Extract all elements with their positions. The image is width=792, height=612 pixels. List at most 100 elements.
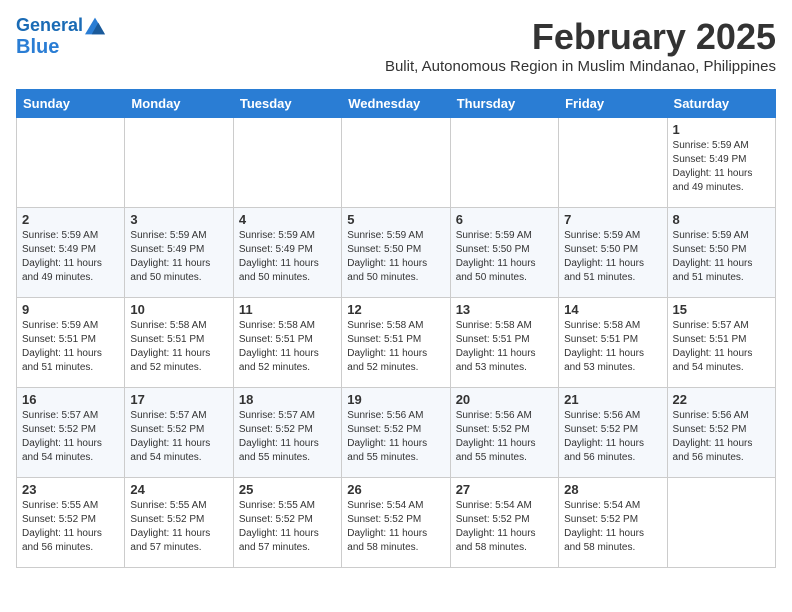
table-row: 4 Sunrise: 5:59 AM Sunset: 5:49 PM Daylig… xyxy=(233,208,341,298)
table-row: 17 Sunrise: 5:57 AM Sunset: 5:52 PM Dayli… xyxy=(125,388,233,478)
day-info: Sunrise: 5:58 AM Sunset: 5:51 PM Dayligh… xyxy=(564,319,661,375)
day-number: 4 xyxy=(239,212,336,227)
day-number: 14 xyxy=(564,302,661,317)
table-row: 15 Sunrise: 5:57 AM Sunset: 5:51 PM Dayli… xyxy=(667,298,775,388)
table-row: 8Sunrise: 5:59 AM Sunset: 5:50 PM Daylig… xyxy=(667,208,775,298)
day-info: Sunrise: 5:58 AM Sunset: 5:51 PM Dayligh… xyxy=(130,319,227,375)
table-row: 25 Sunrise: 5:55 AM Sunset: 5:52 PM Dayli… xyxy=(233,478,341,568)
day-info: Sunrise: 5:59 AM Sunset: 5:50 PM Dayligh… xyxy=(564,229,661,285)
header-thursday: Thursday xyxy=(450,90,558,118)
table-row xyxy=(667,478,775,568)
table-row: 11 Sunrise: 5:58 AM Sunset: 5:51 PM Dayli… xyxy=(233,298,341,388)
day-number: 9 xyxy=(22,302,119,317)
table-row: 9 Sunrise: 5:59 AM Sunset: 5:51 PM Daylig… xyxy=(17,298,125,388)
day-info: Sunrise: 5:55 AM Sunset: 5:52 PM Dayligh… xyxy=(130,499,227,555)
day-info: Sunrise: 5:58 AM Sunset: 5:51 PM Dayligh… xyxy=(347,319,444,375)
day-info: Sunrise: 5:58 AM Sunset: 5:51 PM Dayligh… xyxy=(239,319,336,375)
day-info: Sunrise: 5:59 AM Sunset: 5:49 PM Dayligh… xyxy=(673,139,770,195)
table-row: 20 Sunrise: 5:56 AM Sunset: 5:52 PM Dayli… xyxy=(450,388,558,478)
day-number: 5 xyxy=(347,212,444,227)
day-info: Sunrise: 5:59 AM Sunset: 5:51 PM Dayligh… xyxy=(22,319,119,375)
table-row: 18 Sunrise: 5:57 AM Sunset: 5:52 PM Dayli… xyxy=(233,388,341,478)
table-row: 1 Sunrise: 5:59 AM Sunset: 5:49 PM Daylig… xyxy=(667,118,775,208)
day-info: Sunrise: 5:55 AM Sunset: 5:52 PM Dayligh… xyxy=(239,499,336,555)
table-row: 14 Sunrise: 5:58 AM Sunset: 5:51 PM Dayli… xyxy=(559,298,667,388)
table-row xyxy=(559,118,667,208)
header-wednesday: Wednesday xyxy=(342,90,450,118)
header-monday: Monday xyxy=(125,90,233,118)
day-info: Sunrise: 5:57 AM Sunset: 5:51 PM Dayligh… xyxy=(673,319,770,375)
header-friday: Friday xyxy=(559,90,667,118)
day-number: 24 xyxy=(130,482,227,497)
table-row: 24 Sunrise: 5:55 AM Sunset: 5:52 PM Dayli… xyxy=(125,478,233,568)
day-number: 2 xyxy=(22,212,119,227)
header-saturday: Saturday xyxy=(667,90,775,118)
day-info: Sunrise: 5:59 AM Sunset: 5:50 PM Dayligh… xyxy=(456,229,553,285)
day-info: Sunrise: 5:54 AM Sunset: 5:52 PM Dayligh… xyxy=(456,499,553,555)
table-row: 19Sunrise: 5:56 AM Sunset: 5:52 PM Dayli… xyxy=(342,388,450,478)
calendar-subtitle: Bulit, Autonomous Region in Muslim Minda… xyxy=(385,58,776,75)
day-info: Sunrise: 5:54 AM Sunset: 5:52 PM Dayligh… xyxy=(564,499,661,555)
table-row xyxy=(125,118,233,208)
table-row: 6 Sunrise: 5:59 AM Sunset: 5:50 PM Daylig… xyxy=(450,208,558,298)
logo: General Blue xyxy=(16,16,105,58)
day-number: 6 xyxy=(456,212,553,227)
table-row: 10 Sunrise: 5:58 AM Sunset: 5:51 PM Dayli… xyxy=(125,298,233,388)
day-number: 8 xyxy=(673,212,770,227)
day-number: 3 xyxy=(130,212,227,227)
table-row: 22 Sunrise: 5:56 AM Sunset: 5:52 PM Dayli… xyxy=(667,388,775,478)
header-sunday: Sunday xyxy=(17,90,125,118)
day-number: 11 xyxy=(239,302,336,317)
table-row: 23 Sunrise: 5:55 AM Sunset: 5:52 PM Dayli… xyxy=(17,478,125,568)
header-row: Sunday Monday Tuesday Wednesday Thursday… xyxy=(17,90,776,118)
day-info: Sunrise: 5:59 AM Sunset: 5:50 PM Dayligh… xyxy=(347,229,444,285)
day-number: 7 xyxy=(564,212,661,227)
calendar-title: February 2025 xyxy=(385,16,776,58)
day-number: 13 xyxy=(456,302,553,317)
logo-general: General xyxy=(16,15,83,35)
logo-blue: Blue xyxy=(16,36,59,58)
day-number: 1 xyxy=(673,122,770,137)
table-row: 5 Sunrise: 5:59 AM Sunset: 5:50 PM Daylig… xyxy=(342,208,450,298)
table-row: 27 Sunrise: 5:54 AM Sunset: 5:52 PM Dayli… xyxy=(450,478,558,568)
table-row xyxy=(233,118,341,208)
day-number: 23 xyxy=(22,482,119,497)
day-info: Sunrise: 5:59 AM Sunset: 5:49 PM Dayligh… xyxy=(130,229,227,285)
day-info: Sunrise: 5:59 AM Sunset: 5:49 PM Dayligh… xyxy=(22,229,119,285)
day-info: Sunrise: 5:55 AM Sunset: 5:52 PM Dayligh… xyxy=(22,499,119,555)
day-number: 22 xyxy=(673,392,770,407)
day-info: Sunrise: 5:57 AM Sunset: 5:52 PM Dayligh… xyxy=(130,409,227,465)
header-tuesday: Tuesday xyxy=(233,90,341,118)
calendar-table: Sunday Monday Tuesday Wednesday Thursday… xyxy=(16,89,776,568)
table-row xyxy=(342,118,450,208)
day-number: 25 xyxy=(239,482,336,497)
day-number: 17 xyxy=(130,392,227,407)
day-info: Sunrise: 5:56 AM Sunset: 5:52 PM Dayligh… xyxy=(456,409,553,465)
table-row: 13 Sunrise: 5:58 AM Sunset: 5:51 PM Dayli… xyxy=(450,298,558,388)
day-info: Sunrise: 5:58 AM Sunset: 5:51 PM Dayligh… xyxy=(456,319,553,375)
day-number: 18 xyxy=(239,392,336,407)
day-number: 20 xyxy=(456,392,553,407)
day-info: Sunrise: 5:57 AM Sunset: 5:52 PM Dayligh… xyxy=(22,409,119,465)
table-row: 16Sunrise: 5:57 AM Sunset: 5:52 PM Dayli… xyxy=(17,388,125,478)
table-row: 12 Sunrise: 5:58 AM Sunset: 5:51 PM Dayli… xyxy=(342,298,450,388)
day-number: 12 xyxy=(347,302,444,317)
table-row: 3 Sunrise: 5:59 AM Sunset: 5:49 PM Daylig… xyxy=(125,208,233,298)
day-number: 26 xyxy=(347,482,444,497)
day-info: Sunrise: 5:56 AM Sunset: 5:52 PM Dayligh… xyxy=(347,409,444,465)
day-number: 10 xyxy=(130,302,227,317)
day-number: 15 xyxy=(673,302,770,317)
day-info: Sunrise: 5:54 AM Sunset: 5:52 PM Dayligh… xyxy=(347,499,444,555)
table-row: 7 Sunrise: 5:59 AM Sunset: 5:50 PM Daylig… xyxy=(559,208,667,298)
day-info: Sunrise: 5:56 AM Sunset: 5:52 PM Dayligh… xyxy=(673,409,770,465)
table-row: 21 Sunrise: 5:56 AM Sunset: 5:52 PM Dayli… xyxy=(559,388,667,478)
day-info: Sunrise: 5:56 AM Sunset: 5:52 PM Dayligh… xyxy=(564,409,661,465)
table-row: 2 Sunrise: 5:59 AM Sunset: 5:49 PM Daylig… xyxy=(17,208,125,298)
day-info: Sunrise: 5:57 AM Sunset: 5:52 PM Dayligh… xyxy=(239,409,336,465)
table-row xyxy=(17,118,125,208)
day-number: 21 xyxy=(564,392,661,407)
day-number: 28 xyxy=(564,482,661,497)
day-number: 27 xyxy=(456,482,553,497)
day-info: Sunrise: 5:59 AM Sunset: 5:49 PM Dayligh… xyxy=(239,229,336,285)
table-row: 26 Sunrise: 5:54 AM Sunset: 5:52 PM Dayli… xyxy=(342,478,450,568)
